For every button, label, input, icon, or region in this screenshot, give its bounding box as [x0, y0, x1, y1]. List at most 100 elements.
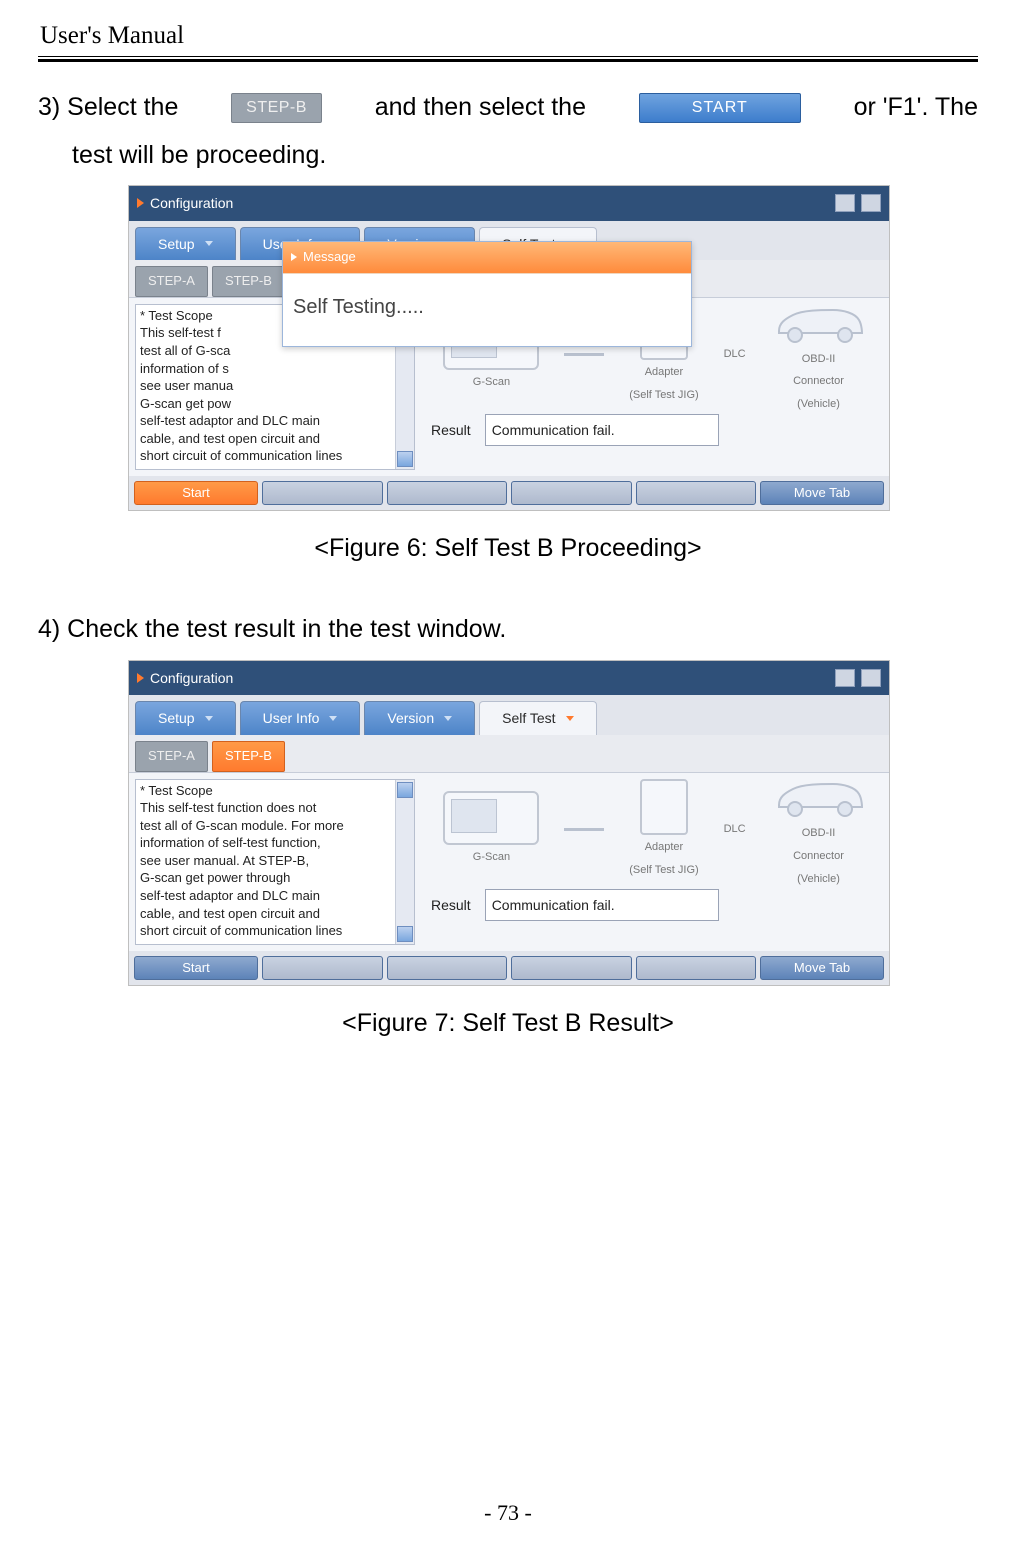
bar-slot — [636, 481, 757, 505]
tab-label: Setup — [158, 705, 195, 732]
subtab-step-b[interactable]: STEP-B — [212, 266, 285, 297]
cfg-tools — [835, 669, 881, 687]
btn-label: Start — [135, 482, 257, 504]
dev-label: G-Scan — [473, 847, 510, 868]
tool-icon — [861, 194, 881, 212]
bar-slot — [636, 956, 757, 980]
figure6-caption: <Figure 6: Self Test B Proceeding> — [38, 525, 978, 573]
dev-dlc: DLC — [724, 819, 746, 840]
dev-dlc: DLC — [724, 344, 746, 365]
cfg-title: Configuration — [150, 190, 233, 217]
tool-icon — [861, 669, 881, 687]
tab-userinfo[interactable]: User Info — [240, 701, 361, 735]
figure7-caption: <Figure 7: Self Test B Result> — [38, 1000, 978, 1048]
result-value: Communication fail. — [485, 889, 719, 922]
scroll-up-icon[interactable] — [397, 782, 413, 798]
tab-label: Self Test — [502, 705, 555, 732]
bar-slot — [387, 481, 508, 505]
scroll-down-icon[interactable] — [397, 451, 413, 467]
tabs: Setup User Info Version Self Test — [129, 695, 889, 735]
tab-label: Setup — [158, 231, 195, 258]
header-title: User's Manual — [38, 22, 978, 54]
diagram: G-Scan Adapter(Self Test JIG) DLC OBD-II… — [431, 781, 879, 879]
start-button[interactable]: Start — [134, 956, 258, 980]
subtab-step-a[interactable]: STEP-A — [135, 266, 208, 297]
cfg-title: Configuration — [150, 665, 233, 692]
chevron-down-icon — [205, 241, 213, 246]
bar-slot — [511, 956, 632, 980]
dev-car: OBD-II Connector (Vehicle) — [771, 769, 867, 890]
btn-label: Move Tab — [761, 482, 883, 504]
bottom-bar: Start Move Tab — [129, 951, 889, 985]
bottom-bar: Start Move Tab — [129, 476, 889, 510]
chevron-down-icon — [205, 716, 213, 721]
tab-selftest[interactable]: Self Test — [479, 701, 596, 735]
cable-icon — [564, 353, 604, 356]
result-label: Result — [431, 417, 471, 444]
btn-label: Start — [135, 957, 257, 979]
message-dialog: Message Self Testing..... — [282, 241, 692, 347]
chevron-down-icon — [329, 716, 337, 721]
bar-slot — [511, 481, 632, 505]
btn-label: Move Tab — [761, 957, 883, 979]
dev-label: DLC — [724, 819, 746, 840]
cfg-tools — [835, 194, 881, 212]
start-chip: START — [639, 93, 801, 123]
dev-adapter: Adapter(Self Test JIG) — [629, 779, 698, 881]
subtabs: STEP-A STEP-B — [129, 735, 889, 772]
dev-label: (Vehicle) — [797, 869, 840, 890]
start-button[interactable]: Start — [134, 481, 258, 505]
subtab-step-a[interactable]: STEP-A — [135, 741, 208, 772]
move-tab-button[interactable]: Move Tab — [760, 956, 884, 980]
bar-slot — [262, 481, 383, 505]
dev-label: (Vehicle) — [797, 394, 840, 415]
dev-label: Adapter — [645, 362, 684, 383]
cfg-bar: Configuration — [129, 661, 889, 696]
header-rule — [38, 56, 978, 62]
triangle-icon — [137, 673, 144, 683]
page-number: - 73 - — [0, 1500, 1016, 1526]
tab-version[interactable]: Version — [364, 701, 475, 735]
step3-mid: and then select the — [375, 84, 586, 132]
tab-setup[interactable]: Setup — [135, 701, 236, 735]
step3-line2: test will be proceeding. — [38, 132, 978, 180]
bar-slot — [262, 956, 383, 980]
dev-label: G-Scan — [473, 372, 510, 393]
scope-text: * Test Scope This self-test function doe… — [135, 779, 415, 945]
result-row: Result Communication fail. — [431, 889, 879, 922]
dev-label: DLC — [724, 344, 746, 365]
dev-label: Adapter — [645, 837, 684, 858]
triangle-icon — [137, 198, 144, 208]
dev-label: OBD-II — [802, 349, 836, 370]
message-header: Message — [283, 242, 691, 273]
figure7-screenshot: Configuration Setup User Info Version Se… — [128, 660, 890, 986]
tool-icon — [835, 194, 855, 212]
car-icon — [771, 295, 867, 347]
cfg-bar: Configuration — [129, 186, 889, 221]
dev-label: Connector — [793, 846, 844, 867]
cable-icon — [564, 828, 604, 831]
dev-label: (Self Test JIG) — [629, 385, 698, 406]
scope-content: * Test Scope This self-test function doe… — [140, 782, 410, 940]
result-value: Communication fail. — [485, 414, 719, 447]
tab-label: User Info — [263, 705, 320, 732]
scrollbar[interactable] — [395, 780, 414, 944]
triangle-icon — [291, 253, 297, 261]
tab-setup[interactable]: Setup — [135, 227, 236, 261]
scroll-down-icon[interactable] — [397, 926, 413, 942]
dev-gscan: G-Scan — [443, 791, 539, 868]
subtab-step-b[interactable]: STEP-B — [212, 741, 285, 772]
bar-slot — [387, 956, 508, 980]
result-label: Result — [431, 892, 471, 919]
step3-line1: 3) Select the STEP-B and then select the… — [38, 84, 978, 132]
dev-car: OBD-II Connector (Vehicle) — [771, 295, 867, 416]
chevron-down-icon — [444, 716, 452, 721]
panes: * Test Scope This self-test function doe… — [129, 772, 889, 951]
step3-post: or 'F1'. The — [854, 84, 978, 132]
message-body: Self Testing..... — [283, 273, 691, 346]
dev-label: (Self Test JIG) — [629, 860, 698, 881]
right-pane: G-Scan Adapter(Self Test JIG) DLC OBD-II… — [421, 773, 889, 951]
tab-label: Version — [387, 705, 434, 732]
move-tab-button[interactable]: Move Tab — [760, 481, 884, 505]
dev-label: OBD-II — [802, 823, 836, 844]
